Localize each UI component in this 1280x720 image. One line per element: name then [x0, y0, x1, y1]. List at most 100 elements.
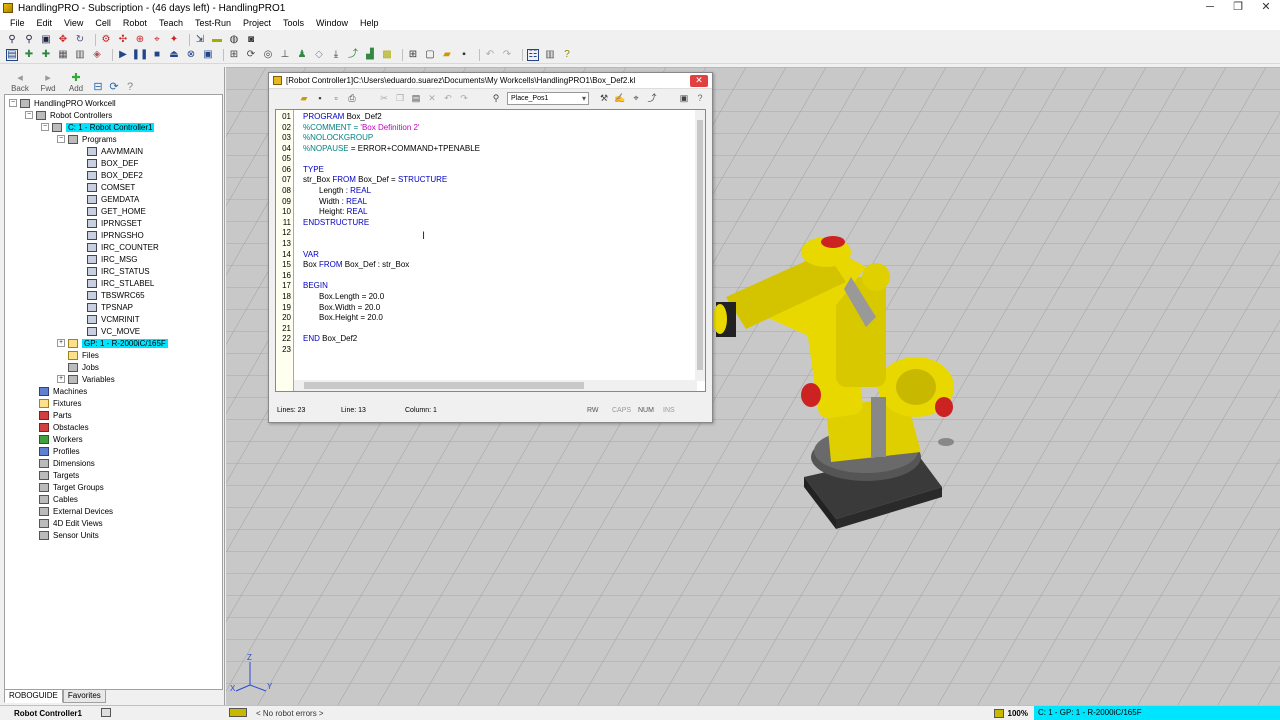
zoom-icon[interactable]: ⚲	[6, 34, 18, 46]
tree-program-item[interactable]: VCMRINIT	[87, 313, 140, 325]
path-icon[interactable]: ⌖	[151, 34, 163, 46]
download-icon[interactable]: ⤓	[330, 49, 342, 61]
tree-fixtures[interactable]: Fixtures	[39, 397, 81, 409]
add-part-icon[interactable]: ✚	[40, 49, 52, 61]
tree-obstacles[interactable]: Obstacles	[39, 421, 89, 433]
copy-icon[interactable]: ❐	[395, 93, 405, 103]
tree-files[interactable]: Files	[68, 349, 99, 361]
properties-icon[interactable]: ▣	[679, 93, 689, 103]
program-icon[interactable]: ▦	[57, 49, 69, 61]
menu-teach[interactable]: Teach	[153, 18, 189, 28]
record-icon[interactable]: ◎	[262, 49, 274, 61]
open-icon[interactable]: ▰	[299, 93, 309, 103]
tree-programs[interactable]: − Programs	[57, 133, 117, 145]
menu-edit[interactable]: Edit	[31, 18, 59, 28]
redo-icon[interactable]: ↷	[459, 93, 469, 103]
menu-help[interactable]: Help	[354, 18, 385, 28]
expand-icon[interactable]: +	[57, 339, 65, 347]
scroll-thumb[interactable]	[304, 382, 584, 389]
tree-targets[interactable]: Targets	[39, 469, 79, 481]
info-button[interactable]: ?	[122, 82, 138, 93]
tree-root[interactable]: − HandlingPRO Workcell	[9, 97, 116, 109]
tab-roboguide[interactable]: ROBOGUIDE	[4, 689, 63, 703]
eraser-icon[interactable]: ◇	[313, 49, 325, 61]
menu-window[interactable]: Window	[310, 18, 354, 28]
tree-view-icon[interactable]: ☷	[527, 49, 539, 61]
run-icon[interactable]: ▶	[117, 49, 129, 61]
measure-icon[interactable]: ⇲	[194, 34, 206, 46]
graph-icon[interactable]: ⤴	[347, 49, 359, 61]
menu-cell[interactable]: Cell	[89, 18, 117, 28]
position-dropdown[interactable]: Place_Pos1	[507, 91, 589, 105]
abort-icon[interactable]: ⊗	[185, 49, 197, 61]
io-icon[interactable]: ⊞	[228, 49, 240, 61]
menu-robot[interactable]: Robot	[117, 18, 153, 28]
layout-icon[interactable]: ▥	[544, 49, 556, 61]
tree-program-item[interactable]: IRC_MSG	[87, 253, 137, 265]
stop-icon[interactable]: ■	[151, 49, 163, 61]
robot-icon[interactable]: ⚙	[100, 34, 112, 46]
zoom-window-icon[interactable]: ▣	[40, 34, 52, 46]
expand-icon[interactable]: +	[57, 375, 65, 383]
tree-4d-edit-views[interactable]: 4D Edit Views	[39, 517, 103, 529]
editor-close-button[interactable]: ✕	[690, 75, 708, 87]
open-icon[interactable]: ▰	[441, 49, 453, 61]
tree-program-item[interactable]: TPSNAP	[87, 301, 133, 313]
tree-sensor-units[interactable]: Sensor Units	[39, 529, 99, 541]
fwd-button[interactable]: ▸ Fwd	[34, 73, 62, 94]
collapse-icon[interactable]: −	[9, 99, 17, 107]
save-as-icon[interactable]: ▫	[331, 93, 341, 103]
collapse-icon[interactable]: −	[41, 123, 49, 131]
paste-icon[interactable]: ▤	[411, 93, 421, 103]
print-icon[interactable]: ⎙	[347, 93, 357, 103]
menu-project[interactable]: Project	[237, 18, 277, 28]
menu-tools[interactable]: Tools	[277, 18, 310, 28]
tree-program-item[interactable]: BOX_DEF2	[87, 169, 143, 181]
build-icon[interactable]: ⚒	[599, 93, 609, 103]
scroll-thumb[interactable]	[697, 120, 703, 370]
tree-program-item[interactable]: IPRNGSET	[87, 217, 142, 229]
undo-icon[interactable]: ↶	[484, 49, 496, 61]
menu-file[interactable]: File	[4, 18, 31, 28]
minimize-button[interactable]: ─	[1196, 0, 1224, 16]
browser-settings-button[interactable]: ⊟	[90, 82, 106, 93]
menu-view[interactable]: View	[58, 18, 89, 28]
undo-icon[interactable]: ↶	[443, 93, 453, 103]
add-button[interactable]: ✚ Add	[62, 73, 90, 94]
tp-icon[interactable]: ▥	[74, 49, 86, 61]
save-icon[interactable]: ▪	[315, 93, 325, 103]
pan-icon[interactable]: ✥	[57, 34, 69, 46]
zoom-in-icon[interactable]: ⚲	[23, 34, 35, 46]
tree-program-item[interactable]: IRC_STLABEL	[87, 277, 154, 289]
help-icon[interactable]: ?	[695, 93, 705, 103]
karel-editor-window[interactable]: [Robot Controller1]C:\Users\eduardo.suar…	[268, 72, 713, 423]
refresh-button[interactable]: ⟳	[106, 82, 122, 93]
tree-target-groups[interactable]: Target Groups	[39, 481, 104, 493]
collapse-icon[interactable]: −	[25, 111, 33, 119]
tree-program-item[interactable]: GET_HOME	[87, 205, 146, 217]
tree-cables[interactable]: Cables	[39, 493, 78, 505]
camera-snap-icon[interactable]: ◍	[228, 34, 240, 46]
tree-program-item[interactable]: VC_MOVE	[87, 325, 140, 337]
menu-test-run[interactable]: Test-Run	[189, 18, 237, 28]
find-icon[interactable]: ⚲	[491, 93, 501, 103]
workcell-icon[interactable]: ✚	[23, 49, 35, 61]
tab-favorites[interactable]: Favorites	[62, 689, 106, 703]
tree-profiles[interactable]: Profiles	[39, 445, 80, 457]
back-button[interactable]: ◂ Back	[6, 73, 34, 94]
ruler-icon[interactable]: ▬	[211, 34, 223, 46]
tree-gp[interactable]: + GP: 1 - R-2000iC/165F	[57, 337, 168, 349]
code-area[interactable]: 01 02 03 04 05 06 07 08 09 10 11 12 13 1…	[275, 109, 706, 392]
tree-dimensions[interactable]: Dimensions	[39, 457, 95, 469]
tree-program-item[interactable]: COMSET	[87, 181, 135, 193]
restore-button[interactable]: ❐	[1224, 0, 1252, 16]
tree-machines[interactable]: Machines	[39, 385, 87, 397]
calc-icon[interactable]: ▩	[381, 49, 393, 61]
teach-icon[interactable]: ✦	[168, 34, 180, 46]
tree-program-item[interactable]: IRC_STATUS	[87, 265, 150, 277]
export-icon[interactable]: ⤴	[647, 93, 657, 103]
delete-icon[interactable]: ✕	[427, 93, 437, 103]
tree-program-item[interactable]: IRC_COUNTER	[87, 241, 159, 253]
cut-icon[interactable]: ✂	[379, 93, 389, 103]
collapse-icon[interactable]: −	[57, 135, 65, 143]
